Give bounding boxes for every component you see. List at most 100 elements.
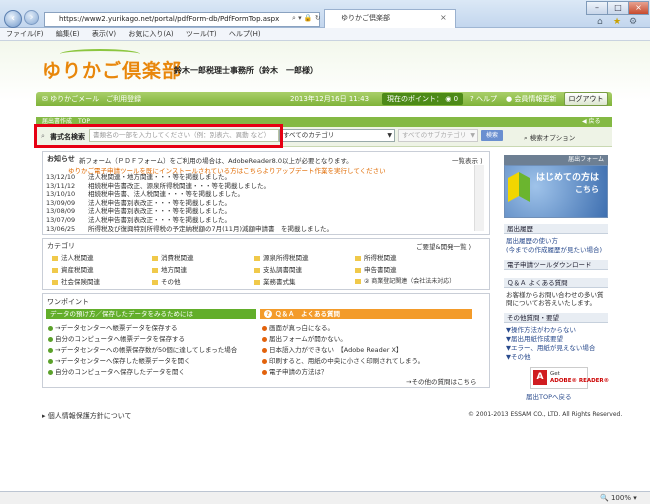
list-item[interactable]: 13/06/25 所得税及び復興特別所得税の予定納税額の7月(11月)減額申請書 …: [46, 225, 471, 234]
menu-favorites[interactable]: お気に入り(A): [128, 30, 173, 38]
category-item[interactable]: 地方関連: [152, 264, 187, 274]
back-link[interactable]: ◀ 戻る: [582, 117, 601, 127]
close-window-icon[interactable]: ×: [628, 1, 649, 15]
news-list-link[interactable]: 一覧表示 ⟩: [452, 155, 483, 165]
category-item[interactable]: 法人税関連: [52, 252, 94, 262]
faq-link: 印刷すると、用紙の中央に小さく印刷されてしまう。: [269, 357, 425, 365]
history-link[interactable]: 届出履歴の使い方: [506, 237, 558, 245]
news-title: お知らせ: [47, 155, 75, 163]
adobe-get: Get: [550, 371, 560, 377]
menu-file[interactable]: ファイル(F): [6, 30, 44, 38]
search-button[interactable]: 検索: [481, 130, 503, 141]
minimize-icon[interactable]: –: [586, 1, 608, 15]
list-item[interactable]: 自分のコンピュータへ保存したデータを開く: [48, 366, 185, 376]
browser-tab[interactable]: ゆりかご倶楽部: [324, 9, 456, 28]
back-button[interactable]: ‹: [4, 10, 22, 28]
list-item[interactable]: →データセンターへ保存した帳票データを開く: [48, 355, 190, 365]
list-item[interactable]: →データセンターへ帳票データを保存する: [48, 322, 177, 332]
adobe-text: Get ADOBE® READER®: [550, 371, 609, 385]
privacy-policy-link[interactable]: ▸ 個人情報保護方針について: [42, 411, 132, 421]
category-item[interactable]: 資産税関連: [52, 264, 94, 274]
history-link-note[interactable]: (今までの作成履歴が見たい場合): [506, 246, 602, 254]
maximize-icon[interactable]: □: [607, 1, 629, 15]
news-scrollbar[interactable]: [474, 165, 484, 231]
list-item[interactable]: 自分のコンピュータへ帳票データを保存する: [48, 333, 185, 343]
list-item[interactable]: 印刷すると、用紙の中央に小さく印刷されてしまう。: [262, 355, 424, 365]
category-label: 源泉所得税関連: [263, 254, 309, 262]
list-item[interactable]: 届出フォームが開かない。: [262, 333, 347, 343]
history-header: 届出履歴: [504, 224, 608, 234]
list-item[interactable]: 13/11/12 相続税申告書改正、源泉所得税関連・・・等を掲載しました。: [46, 182, 471, 191]
category-item[interactable]: 源泉所得税関連: [254, 252, 309, 262]
category-label: 地方関連: [161, 266, 187, 274]
download-link[interactable]: 電子申請ツールダウンロード: [504, 260, 608, 270]
news-text: 法人税申告書別表改正・・・等を掲載しました。: [88, 215, 231, 224]
favorites-icon[interactable]: ★: [613, 17, 621, 27]
zoom-value: 100%: [610, 494, 631, 502]
news-date: 13/10/10: [46, 190, 76, 199]
banner-text: はじめての方は こちら: [536, 172, 599, 196]
category-item[interactable]: その他: [152, 276, 181, 286]
highlight-box: [34, 124, 283, 148]
onepoint-link: データセンターへ帳票データを保存する: [60, 324, 178, 332]
search-options-link[interactable]: ⌕ 検索オプション: [524, 132, 575, 143]
list-item[interactable]: 電子申請の方法は？: [262, 366, 328, 376]
onepoint-link: 自分のコンピュータへ保存したデータを開く: [55, 368, 185, 376]
menu-edit[interactable]: 編集(E): [56, 30, 80, 38]
menu-view[interactable]: 表示(V): [92, 30, 116, 38]
category-label: 所得税関連: [364, 254, 397, 262]
request-link[interactable]: ▼操作方法がわからない: [506, 326, 576, 334]
request-list-label: ご要望&開発一覧: [416, 243, 467, 251]
category-item[interactable]: 業務書式集: [254, 276, 296, 286]
forward-button[interactable]: ›: [24, 10, 39, 25]
help-link[interactable]: ? ヘルプ: [470, 94, 497, 104]
tab-close-icon[interactable]: ×: [440, 13, 447, 22]
faq-link: 届出フォームが開かない。: [269, 335, 347, 343]
news-text: 相続税申告書改正、源泉所得税関連・・・等を掲載しました。: [88, 181, 270, 190]
menu-help[interactable]: ヘルプ(H): [229, 30, 261, 38]
onepoint-link: 自分のコンピュータへ帳票データを保存する: [55, 335, 185, 343]
category-item[interactable]: 所得税関連: [355, 252, 397, 262]
address-bar[interactable]: https://www2.yurikago.net/portal/pdfForm…: [44, 12, 320, 27]
zoom-level[interactable]: 🔍 100% ▾: [600, 492, 637, 504]
banner-text-line2: こちら: [575, 185, 600, 194]
category-item[interactable]: 消費税関連: [152, 252, 194, 262]
request-list-link[interactable]: ご要望&開発一覧 ⟩: [416, 241, 471, 251]
list-item[interactable]: 13/08/09 法人税申告書別表改正・・・等を掲載しました。: [46, 207, 471, 216]
menu-tools[interactable]: ツール(T): [186, 30, 217, 38]
request-link[interactable]: ▼その他: [506, 353, 531, 361]
menu-bar: ファイル(F) 編集(E) 表示(V) お気に入り(A) ツール(T) ヘルプ(…: [0, 28, 650, 41]
category-item[interactable]: ② 商業登記関連（会社法未対応）: [355, 276, 485, 285]
address-tools-icon[interactable]: ⌕ ▾ 🔒 ↻: [292, 14, 321, 23]
category-item[interactable]: 申告書関連: [355, 264, 397, 274]
home-icon[interactable]: ⌂: [597, 17, 603, 27]
list-item[interactable]: 13/12/10 法人税関連・地方関連・・・等を掲載しました。: [46, 173, 471, 182]
list-item[interactable]: 13/07/09 法人税申告書別表改正・・・等を掲載しました。: [46, 216, 471, 225]
list-item[interactable]: 画面が真っ白になる。: [262, 322, 334, 332]
news-date: 13/09/09: [46, 198, 76, 207]
list-item[interactable]: 13/10/10 相続税申告書、法人税関連・・・等を掲載しました。: [46, 190, 471, 199]
category-item[interactable]: 社会保険関連: [52, 276, 100, 286]
mail-registration-link[interactable]: ✉ ゆりかごメール ご利用登録: [42, 94, 141, 104]
list-item[interactable]: 日本語入力ができない 【Adobe Reader X】: [262, 344, 402, 354]
request-link[interactable]: ▼エラー、用紙が見えない場合: [506, 344, 595, 352]
settings-gear-icon[interactable]: ⚙: [629, 17, 637, 27]
site-logo[interactable]: ゆりかご倶楽部: [42, 56, 182, 83]
faq-header-label: Ｑ＆Ａ よくある質問: [275, 310, 340, 318]
request-link[interactable]: ▼届出用紙作成要望: [506, 335, 563, 343]
category-item[interactable]: 支払調書関連: [254, 264, 302, 274]
news-date: 13/11/12: [46, 181, 76, 190]
firm-name: 鈴木一郎税理士事務所（鈴木 一郎様）: [174, 66, 318, 75]
faq-sidebar-header: Ｑ＆Ａ よくある質問: [504, 278, 608, 288]
more-faq-link[interactable]: →その他の質問はこちら: [406, 376, 476, 386]
points-value: 0: [453, 95, 459, 103]
member-update-link[interactable]: ● 会員情報更新: [506, 94, 556, 104]
status-bar: 🔍 100% ▾: [0, 491, 650, 504]
category-label: 業務書式集: [263, 278, 296, 286]
category-select[interactable]: すべてのカテゴリ ▼: [279, 129, 395, 142]
logout-button[interactable]: ログアウト: [564, 92, 608, 106]
back-top-link[interactable]: 届出TOPへ戻る: [526, 393, 572, 401]
category-label: その他: [161, 278, 181, 286]
list-item[interactable]: →データセンターへの帳票保存数が50個に達してしまった場合: [48, 344, 237, 354]
subcategory-select[interactable]: すべてのサブカテゴリ ▼: [398, 129, 478, 142]
